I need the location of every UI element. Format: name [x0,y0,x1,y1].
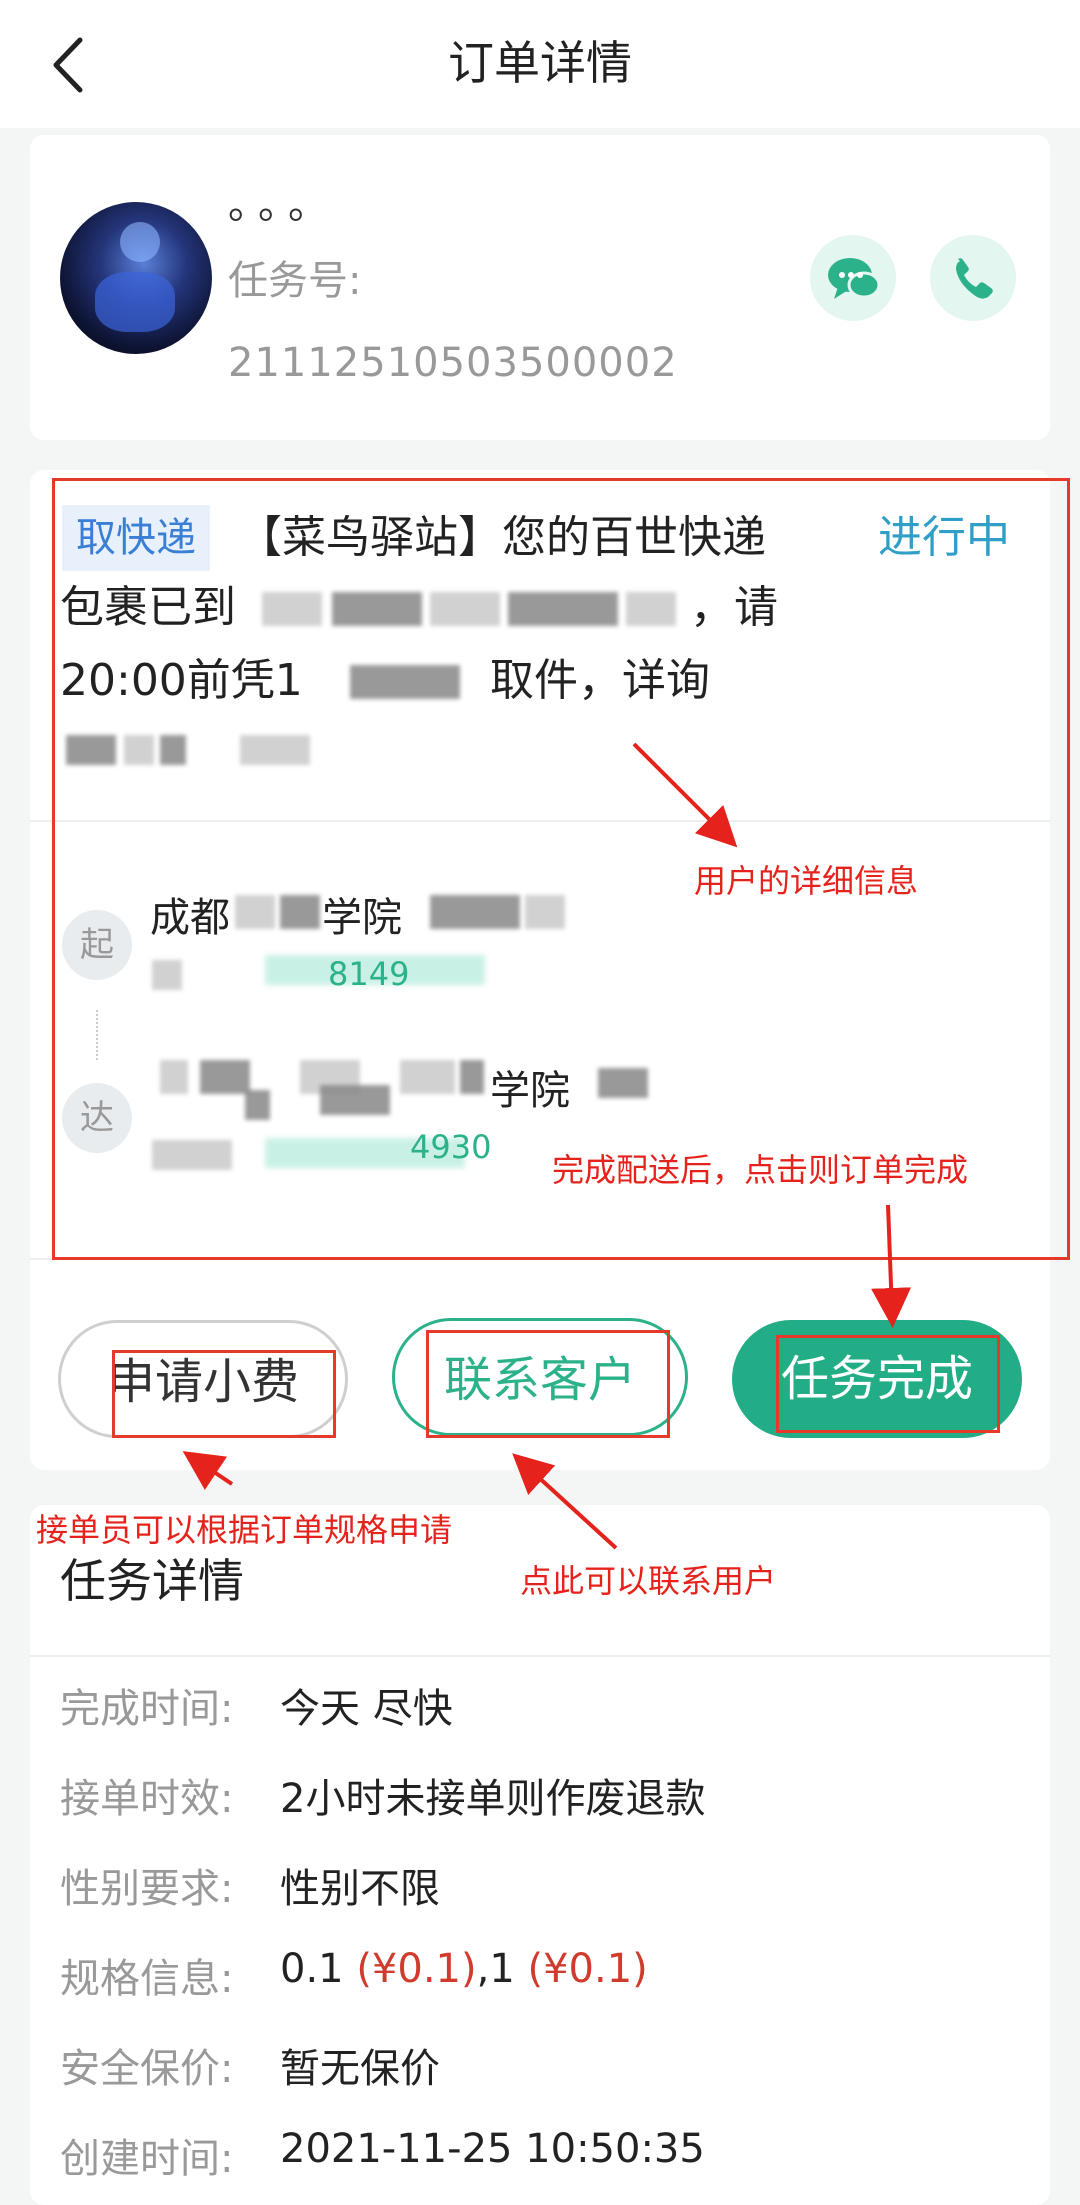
annotation-arrows [182,742,912,1550]
arrow-user-detail [632,742,738,848]
arrow-contact [512,1453,618,1550]
arrow-tip [182,1451,234,1490]
arrow-complete [871,1204,912,1328]
